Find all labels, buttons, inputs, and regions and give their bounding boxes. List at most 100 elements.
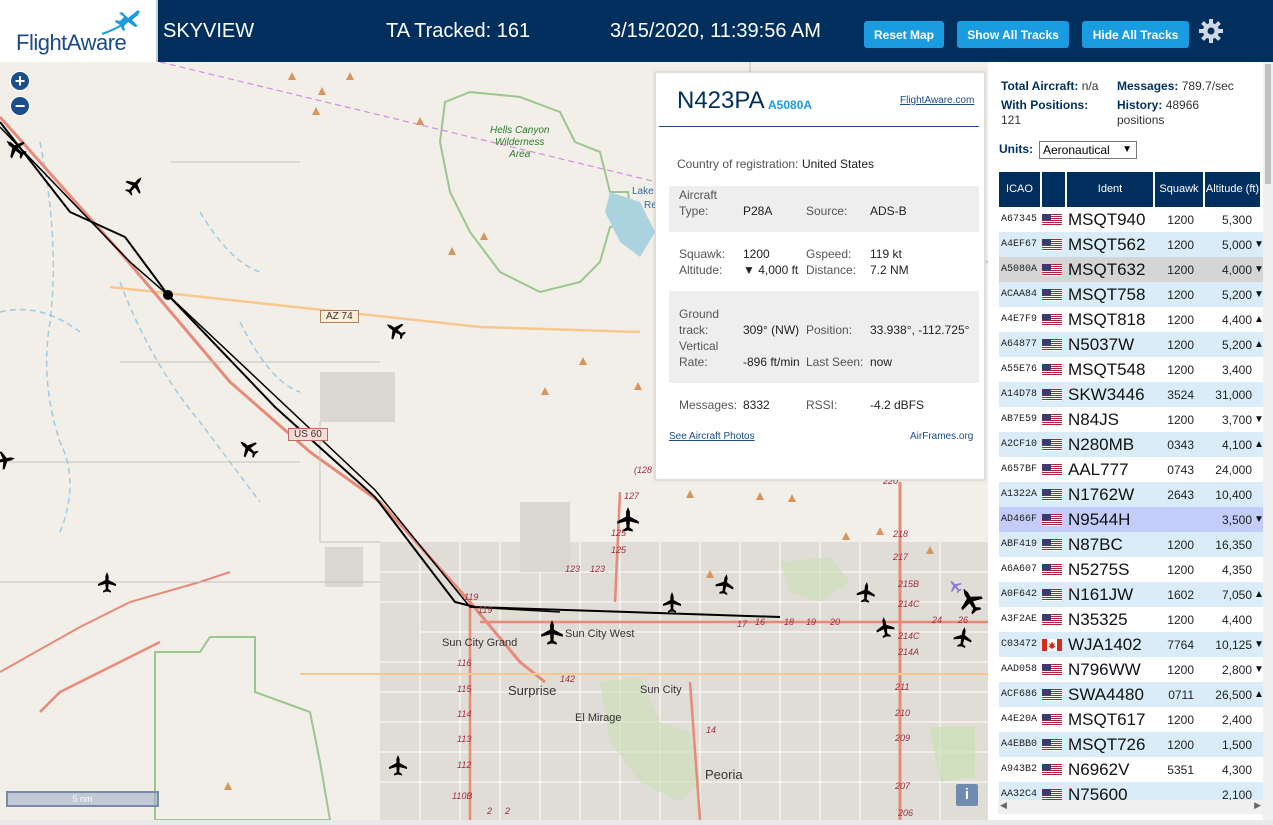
icao-cell: A2CF10 xyxy=(1001,439,1038,450)
aircraft-icon[interactable] xyxy=(381,316,409,344)
icao-cell: A0F642 xyxy=(1001,589,1038,600)
aircraft-icon[interactable] xyxy=(952,625,974,649)
table-row[interactable]: A67345 MSQT940 1200 5,300 xyxy=(999,207,1264,232)
table-row[interactable]: A55E76 MSQT548 1200 3,400 xyxy=(999,357,1264,382)
us-flag-icon xyxy=(1042,488,1064,501)
table-row[interactable]: A943B2 N6962V 5351 4,300 xyxy=(999,757,1264,782)
table-row[interactable]: ACF686 SWA4480 0711 26,500 ▲ xyxy=(999,682,1264,707)
stat-label: With Positions: xyxy=(1001,98,1089,112)
table-row[interactable]: C03472 WJA1402 7764 10,125 ▼ xyxy=(999,632,1264,657)
table-row[interactable]: A657BF AAL777 0743 24,000 xyxy=(999,457,1264,482)
reset-map-button[interactable]: Reset Map xyxy=(864,21,944,48)
messages-label: Messages: xyxy=(679,398,738,412)
vertical-rate-label-2: Rate: xyxy=(679,355,708,369)
table-row[interactable]: AD466F N9544H 3,500 ▼ xyxy=(999,507,1264,532)
chevron-down-icon: ▼ xyxy=(1122,144,1132,155)
table-row[interactable]: AAD058 N796WW 1200 2,800 ▼ xyxy=(999,657,1264,682)
aircraft-detail-popup: N423PA A5080A FlightAware.com Country of… xyxy=(655,72,985,480)
table-row[interactable]: A0F642 N161JW 1602 7,050 ▲ xyxy=(999,582,1264,607)
squawk-cell: 0743 xyxy=(1167,462,1194,477)
icao-cell: A4E7F9 xyxy=(1001,314,1038,325)
altitude-cell: 10,400 xyxy=(1215,487,1252,502)
aircraft-icon[interactable] xyxy=(617,507,639,532)
table-row[interactable]: A1322A N1762W 2643 10,400 xyxy=(999,482,1264,507)
aircraft-icon[interactable] xyxy=(541,620,563,645)
gear-icon[interactable] xyxy=(1198,18,1224,44)
aircraft-icon[interactable] xyxy=(714,572,736,596)
icao-cell: AD466F xyxy=(1001,514,1038,525)
altitude-cell: 26,500 xyxy=(1215,687,1252,702)
flightaware-link[interactable]: FlightAware.com xyxy=(900,95,974,106)
ident-cell: SKW3446 xyxy=(1068,384,1145,404)
horizontal-scrollbar[interactable]: ◀ ▶ xyxy=(998,800,1263,814)
table-row[interactable]: A4E20A MSQT617 1200 2,400 xyxy=(999,707,1264,732)
table-row[interactable]: A3F2AE N35325 1200 4,400 xyxy=(999,607,1264,632)
aircraft-icon[interactable] xyxy=(98,572,116,593)
logo-plane-icon xyxy=(101,10,140,35)
table-row[interactable]: A4EF67 MSQT562 1200 5,000 ▼ xyxy=(999,232,1264,257)
source-label: Source: xyxy=(806,204,848,218)
aircraft-photos-link[interactable]: See Aircraft Photos xyxy=(669,431,755,442)
messages-stat: Messages: 789.7/sec xyxy=(1117,79,1267,93)
icao-cell: A4EF67 xyxy=(1001,239,1038,250)
us-flag-icon xyxy=(1042,588,1064,601)
table-row[interactable]: A5080A MSQT632 1200 4,000 ▼ xyxy=(999,257,1264,282)
flightaware-logo[interactable]: FlightAware xyxy=(0,0,158,62)
us-flag-icon xyxy=(1042,463,1064,476)
aircraft-icon[interactable] xyxy=(389,755,407,776)
airframes-link[interactable]: AirFrames.org xyxy=(910,431,973,442)
source-value: ADS-B xyxy=(870,204,907,218)
icao-cell: A67345 xyxy=(1001,214,1038,225)
us-flag-icon xyxy=(1042,563,1064,576)
icao-cell: AAD058 xyxy=(1001,664,1038,675)
squawk-value: 1200 xyxy=(743,247,770,261)
show-all-tracks-button[interactable]: Show All Tracks xyxy=(957,21,1069,48)
aircraft-table: ICAO Ident Squawk Altitude (ft) A67345 MS… xyxy=(999,172,1264,807)
table-row[interactable]: ABF419 N87BC 1200 16,350 xyxy=(999,532,1264,557)
table-row[interactable]: A4E7F9 MSQT818 1200 4,400 ▲ xyxy=(999,307,1264,332)
units-select[interactable]: Aeronautical ▼ xyxy=(1039,141,1137,159)
tracked-count: TA Tracked: 161 xyxy=(386,20,531,42)
altitude-cell: 10,125 xyxy=(1215,637,1252,652)
altitude-cell: 2,800 xyxy=(1221,662,1252,677)
table-row[interactable]: A64877 N5037W 1200 5,200 ▲ xyxy=(999,332,1264,357)
us-flag-icon xyxy=(1042,538,1064,551)
aircraft-icon[interactable] xyxy=(874,615,896,639)
zoom-out-button[interactable]: − xyxy=(10,96,30,116)
aircraft-icon[interactable] xyxy=(856,581,876,604)
us-flag-icon xyxy=(1042,238,1064,251)
type-label: Aircraft xyxy=(679,188,718,202)
table-row[interactable]: AB7E59 N84JS 1200 3,700 ▼ xyxy=(999,407,1264,432)
aircraft-icon[interactable] xyxy=(0,133,31,164)
zoom-in-button[interactable]: + xyxy=(10,71,30,91)
column-header-icao[interactable]: ICAO xyxy=(999,172,1042,207)
ident-cell: MSQT726 xyxy=(1068,734,1146,754)
aircraft-icon[interactable] xyxy=(0,449,17,471)
aircraft-icon[interactable] xyxy=(663,592,681,613)
scroll-right-icon[interactable]: ▶ xyxy=(1254,800,1261,811)
popup-hex: A5080A xyxy=(768,98,813,112)
icao-cell: C03472 xyxy=(1001,639,1038,650)
table-row[interactable]: A4EBB0 MSQT726 1200 1,500 xyxy=(999,732,1264,757)
track-section: Ground track: 309° (NW) Position: 33.938… xyxy=(669,291,979,383)
column-header-ident[interactable]: Ident xyxy=(1067,172,1155,207)
type-value: P28A xyxy=(743,204,773,218)
messages-section: Messages: 8332 RSSI: -4.2 dBFS xyxy=(669,393,979,417)
table-row[interactable]: A2CF10 N280MB 0343 4,100 ▲ xyxy=(999,432,1264,457)
table-row[interactable]: A14D78 SKW3446 3524 31,000 xyxy=(999,382,1264,407)
squawk-cell: 0343 xyxy=(1167,437,1194,452)
info-button[interactable]: i xyxy=(956,784,978,806)
aircraft-icon[interactable] xyxy=(953,582,987,618)
column-header-altitude[interactable]: Altitude (ft) xyxy=(1205,172,1262,207)
scrollbar-thumb[interactable] xyxy=(1265,64,1271,184)
us-flag-icon xyxy=(1042,713,1064,726)
hide-all-tracks-button[interactable]: Hide All Tracks xyxy=(1082,21,1189,48)
aircraft-icon[interactable] xyxy=(234,434,262,462)
aircraft-icon[interactable] xyxy=(121,171,149,199)
column-header-flag[interactable] xyxy=(1042,172,1067,207)
column-header-squawk[interactable]: Squawk xyxy=(1155,172,1205,207)
scroll-left-icon[interactable]: ◀ xyxy=(1000,800,1007,811)
current-datetime: 3/15/2020, 11:39:56 AM xyxy=(610,20,821,42)
table-row[interactable]: ACAA84 MSQT758 1200 5,200 ▼ xyxy=(999,282,1264,307)
table-row[interactable]: A6A607 N5275S 1200 4,350 xyxy=(999,557,1264,582)
